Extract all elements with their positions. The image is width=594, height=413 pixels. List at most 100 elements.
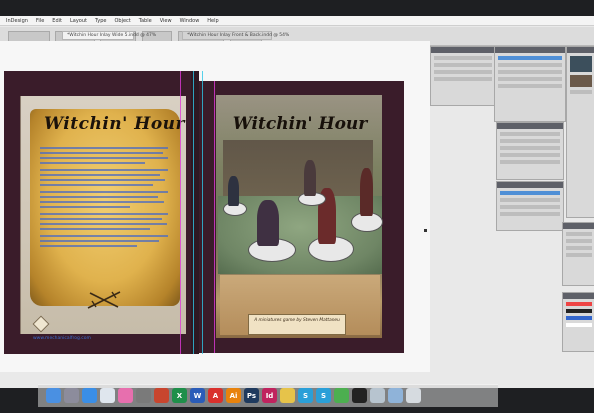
- text-line: [40, 174, 161, 176]
- photoshop-icon[interactable]: Ps: [244, 388, 259, 403]
- word-icon[interactable]: W: [190, 388, 205, 403]
- panel-header[interactable]: [563, 223, 594, 229]
- align-panel[interactable]: [430, 46, 496, 106]
- folder-icon[interactable]: [388, 388, 403, 403]
- acrobat-icon[interactable]: A: [208, 388, 223, 403]
- menu-file[interactable]: File: [36, 18, 44, 24]
- scene-background: [223, 140, 373, 202]
- pages-panel[interactable]: [494, 46, 566, 122]
- panel-row[interactable]: [566, 239, 592, 243]
- finder-icon[interactable]: [46, 388, 61, 403]
- panel-header[interactable]: [567, 47, 594, 53]
- text-line: [40, 147, 168, 149]
- preview-icon[interactable]: [370, 388, 385, 403]
- swatches-panel[interactable]: [562, 292, 594, 352]
- document-tab-front-back[interactable]: *Witchin Hour Inlay Front & Back.indd @ …: [182, 31, 289, 40]
- panel-header[interactable]: [497, 182, 563, 188]
- panel-row[interactable]: [434, 70, 492, 74]
- link-thumbnail[interactable]: [570, 56, 592, 72]
- crossed-swords-icon: [87, 291, 121, 309]
- facetime-icon[interactable]: [334, 388, 349, 403]
- panel-row[interactable]: [566, 246, 592, 250]
- back-cover-body-text[interactable]: [40, 147, 168, 250]
- launchpad-icon[interactable]: [64, 388, 79, 403]
- menu-help[interactable]: Help: [207, 18, 218, 24]
- panel-row-selected[interactable]: [500, 191, 560, 195]
- menu-object[interactable]: Object: [114, 18, 130, 24]
- text-line: [40, 169, 168, 171]
- illustrator-icon[interactable]: Ai: [226, 388, 241, 403]
- links-panel[interactable]: [566, 46, 594, 218]
- trash-icon[interactable]: [406, 388, 421, 403]
- panel-row-selected[interactable]: [498, 56, 562, 60]
- website-url[interactable]: www.mechanicalfrog.com: [33, 336, 91, 341]
- skype2-icon[interactable]: S: [316, 388, 331, 403]
- text-line: [40, 184, 153, 186]
- menu-type[interactable]: Type: [95, 18, 106, 24]
- itunes-icon[interactable]: [118, 388, 133, 403]
- panel-row[interactable]: [570, 90, 592, 94]
- panel-row[interactable]: [498, 70, 562, 74]
- guide-magenta[interactable]: [180, 71, 181, 354]
- document-tab-inlay-wide[interactable]: *Witchin Hour Inlay Wide 5.indd @ 47%: [62, 31, 156, 40]
- panel-row[interactable]: [434, 63, 492, 67]
- guide-magenta[interactable]: [214, 81, 215, 353]
- panel-row[interactable]: [498, 77, 562, 81]
- text-line: [40, 218, 162, 220]
- game-icon[interactable]: [154, 388, 169, 403]
- text-line: [40, 213, 168, 215]
- safari-icon[interactable]: [82, 388, 97, 403]
- panel-row[interactable]: [434, 77, 492, 81]
- swatch-paper[interactable]: [566, 323, 592, 327]
- panel-row[interactable]: [566, 232, 592, 236]
- panel-row[interactable]: [498, 84, 562, 88]
- text-line: [40, 201, 165, 203]
- text-line: [40, 206, 130, 208]
- panel-row[interactable]: [566, 253, 592, 257]
- panel-row[interactable]: [500, 198, 560, 202]
- panel-row[interactable]: [500, 212, 560, 216]
- menu-edit[interactable]: Edit: [52, 18, 62, 24]
- panel-header[interactable]: [563, 293, 594, 299]
- credit-box[interactable]: A miniatures game by Steven Mattaneu: [248, 314, 346, 335]
- guide-cyan[interactable]: [202, 71, 203, 354]
- utility-icon[interactable]: [136, 388, 151, 403]
- indesign-icon[interactable]: Id: [262, 388, 277, 403]
- menu-view[interactable]: View: [160, 18, 172, 24]
- panel-row[interactable]: [500, 160, 560, 164]
- skype-icon[interactable]: S: [298, 388, 313, 403]
- text-line: [40, 240, 160, 242]
- swatch-red[interactable]: [566, 302, 592, 306]
- guide-cyan[interactable]: [193, 71, 194, 354]
- swatch-black[interactable]: [566, 309, 592, 313]
- menu-window[interactable]: Window: [180, 18, 200, 24]
- object-styles-panel[interactable]: [496, 181, 564, 231]
- panel-header[interactable]: [431, 47, 495, 53]
- text-line: [40, 162, 145, 164]
- miniature-figure: [228, 176, 239, 206]
- panel-row[interactable]: [500, 153, 560, 157]
- terminal-icon[interactable]: [352, 388, 367, 403]
- back-cover-title[interactable]: Witchin' Hour: [44, 114, 184, 134]
- excel-icon[interactable]: X: [172, 388, 187, 403]
- panel-header[interactable]: [497, 123, 563, 129]
- stroke-panel[interactable]: [562, 222, 594, 286]
- menu-layout[interactable]: Layout: [70, 18, 87, 24]
- panel-row[interactable]: [500, 132, 560, 136]
- chrome-icon[interactable]: [280, 388, 295, 403]
- transform-panel[interactable]: [496, 122, 564, 180]
- front-cover-title[interactable]: Witchin' Hour: [226, 114, 374, 134]
- mail-icon[interactable]: [100, 388, 115, 403]
- menu-app[interactable]: InDesign: [6, 18, 28, 24]
- panel-row[interactable]: [500, 146, 560, 150]
- panel-row[interactable]: [498, 63, 562, 67]
- panel-row[interactable]: [500, 205, 560, 209]
- panel-row[interactable]: [434, 56, 492, 60]
- menu-table[interactable]: Table: [139, 18, 152, 24]
- swatch-blue[interactable]: [566, 316, 592, 320]
- mouse-pointer-icon: [424, 229, 427, 232]
- panel-header[interactable]: [495, 47, 565, 53]
- text-line: [40, 191, 168, 193]
- panel-row[interactable]: [500, 139, 560, 143]
- link-thumbnail[interactable]: [570, 75, 592, 87]
